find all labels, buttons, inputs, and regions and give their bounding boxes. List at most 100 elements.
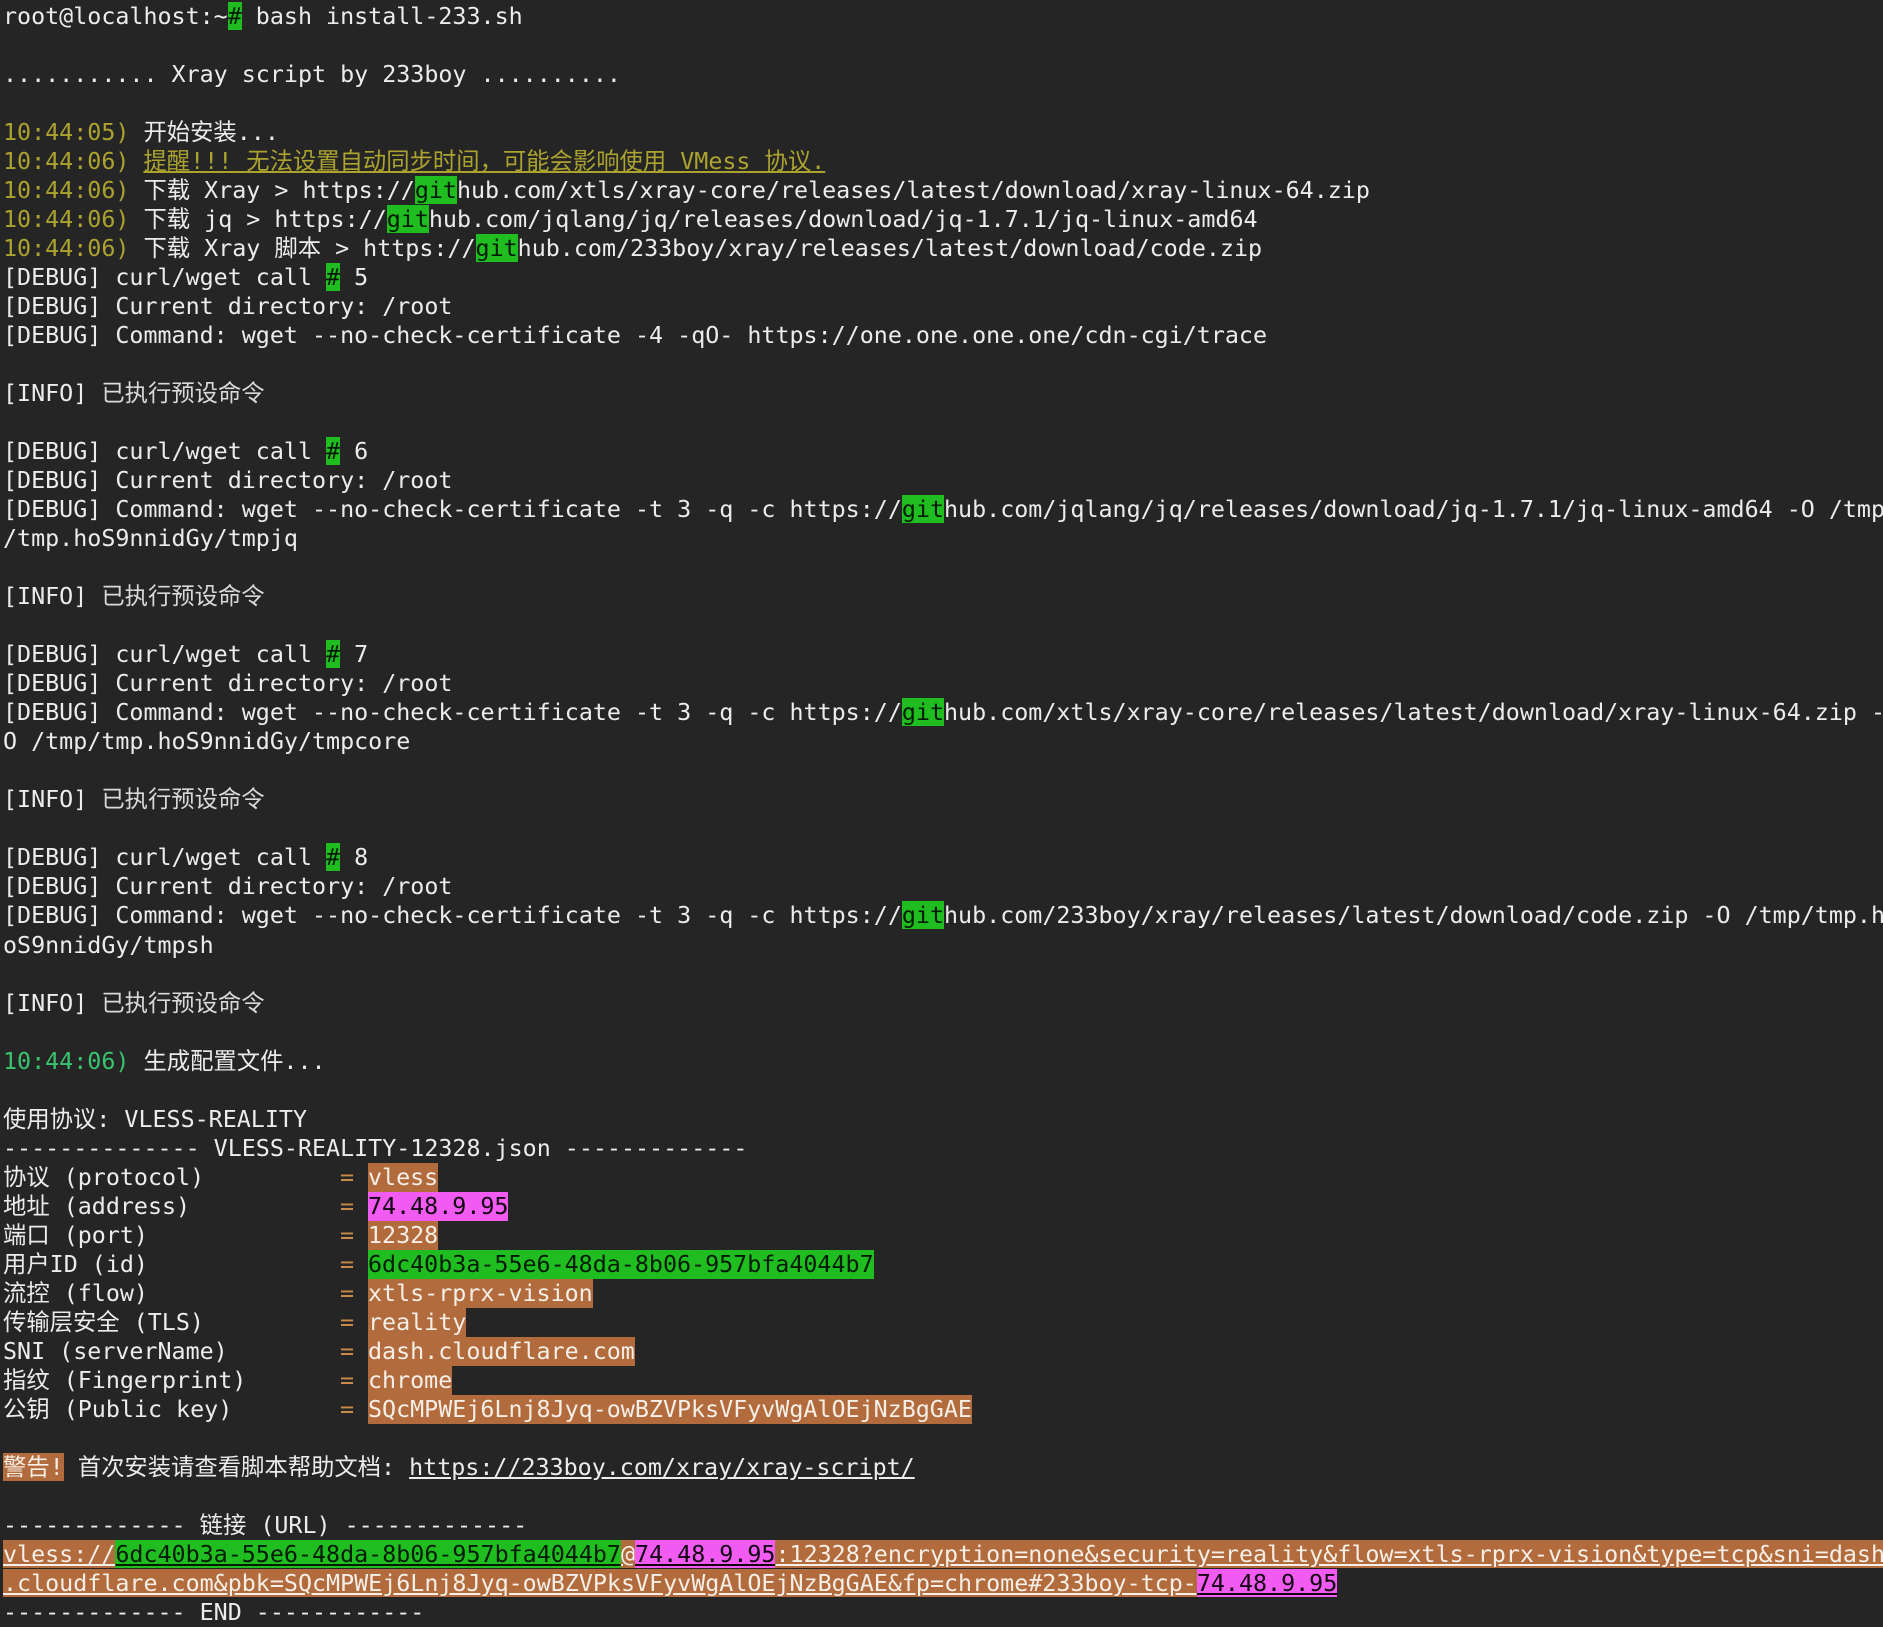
blank-line <box>3 611 1883 640</box>
blank-line <box>3 408 1883 437</box>
config-row-fingerprint: 指纹 (Fingerprint) = chrome <box>3 1366 1883 1395</box>
timestamp: 10:44:06) <box>3 147 143 175</box>
log-line-download-script: 10:44:06) 下载 Xray 脚本 > https://github.co… <box>3 234 1883 263</box>
config-equals: = <box>340 1221 354 1250</box>
log-url: hub.com/233boy/xray/releases/latest/down… <box>518 234 1262 262</box>
banner-text: ........... Xray script by 233boy ......… <box>3 60 621 88</box>
config-row-tls: 传输层安全 (TLS)=reality <box>3 1308 1883 1337</box>
url-address: 74.48.9.95 <box>635 1540 775 1568</box>
blank-line <box>3 756 1883 785</box>
debug-text: O /tmp/tmp.hoS9nnidGy/tmpcore <box>3 727 410 755</box>
config-equals: = <box>340 1279 354 1308</box>
config-label: SNI (serverName) <box>3 1337 228 1365</box>
debug-text: [DEBUG] Command: wget --no-check-certifi… <box>3 901 902 929</box>
url-params: :12328?encryption=none&security=reality&… <box>775 1540 1883 1568</box>
vless-url-line-1: vless://6dc40b3a-55e6-48da-8b06-957bfa40… <box>3 1540 1883 1569</box>
debug-text: oS9nnidGy/tmpsh <box>3 931 214 959</box>
config-value: 12328 <box>368 1221 438 1250</box>
config-equals: = <box>340 1163 354 1192</box>
debug-text: hub.com/xtls/xray-core/releases/latest/d… <box>944 698 1883 726</box>
config-row-sni: SNI (serverName)=dash.cloudflare.com <box>3 1337 1883 1366</box>
log-text: 生成配置文件... <box>143 1047 325 1075</box>
debug-line-command: [DEBUG] Command: wget --no-check-certifi… <box>3 698 1883 727</box>
config-label: 指纹 (Fingerprint) <box>3 1366 246 1394</box>
config-value: chrome <box>368 1366 452 1395</box>
github-git-highlight: git <box>476 234 518 262</box>
debug-text: [DEBUG] Current directory: /root <box>3 669 452 697</box>
config-row-flow: 流控 (flow)=xtls-rprx-vision <box>3 1279 1883 1308</box>
debug-line-command-wrap: /tmp.hoS9nnidGy/tmpjq <box>3 524 1883 553</box>
log-url: hub.com/jqlang/jq/releases/download/jq-1… <box>429 205 1258 233</box>
debug-text: /tmp.hoS9nnidGy/tmpjq <box>3 524 298 552</box>
call-number: 7 <box>340 640 368 668</box>
url-address-tag: 74.48.9.95 <box>1197 1569 1337 1597</box>
config-value: vless <box>368 1163 438 1192</box>
config-row-id: 用户ID (id)=6dc40b3a-55e6-48da-8b06-957bfa… <box>3 1250 1883 1279</box>
hash-highlight: # <box>326 263 340 291</box>
blank-line <box>3 350 1883 379</box>
vless-url-line-2: .cloudflare.com&pbk=SQcMPWEj6Lnj8Jyq-owB… <box>3 1569 1883 1598</box>
debug-line-call: [DEBUG] curl/wget call # 5 <box>3 263 1883 292</box>
config-equals: = <box>340 1192 354 1221</box>
log-line-start: 10:44:05) 开始安装... <box>3 118 1883 147</box>
timestamp: 10:44:06) <box>3 234 143 262</box>
url-params: .cloudflare.com&pbk=SQcMPWEj6Lnj8Jyq-owB… <box>3 1569 1197 1597</box>
debug-line-call: [DEBUG] curl/wget call # 6 <box>3 437 1883 466</box>
info-line: [INFO] 已执行预设命令 <box>3 989 1883 1018</box>
docs-link[interactable]: https://233boy.com/xray/xray-script/ <box>409 1453 915 1481</box>
debug-line-cwd: [DEBUG] Current directory: /root <box>3 466 1883 495</box>
debug-line-command: [DEBUG] Command: wget --no-check-certifi… <box>3 321 1883 350</box>
call-number: 8 <box>340 843 368 871</box>
timestamp: 10:44:05) <box>3 118 143 146</box>
config-value: reality <box>368 1308 466 1337</box>
warning-badge: 警告! <box>3 1453 64 1481</box>
github-git-highlight: git <box>902 901 944 929</box>
timestamp: 10:44:06) <box>3 205 143 233</box>
config-equals: = <box>340 1337 354 1366</box>
info-line: [INFO] 已执行预设命令 <box>3 379 1883 408</box>
info-text: 已执行预设命令 <box>101 785 264 813</box>
hash-highlight: # <box>326 640 340 668</box>
blank-line <box>3 1482 1883 1511</box>
log-text: 下载 Xray > https:// <box>143 176 414 204</box>
log-url: hub.com/xtls/xray-core/releases/latest/d… <box>457 176 1370 204</box>
blank-line <box>3 89 1883 118</box>
debug-text: [DEBUG] Command: wget --no-check-certifi… <box>3 698 902 726</box>
config-value: 6dc40b3a-55e6-48da-8b06-957bfa4044b7 <box>368 1250 874 1279</box>
blank-line <box>3 553 1883 582</box>
url-separator: ------------- 链接 (URL) ------------- <box>3 1511 527 1539</box>
log-line-download-xray: 10:44:06) 下载 Xray > https://github.com/x… <box>3 176 1883 205</box>
debug-text: [DEBUG] Command: wget --no-check-certifi… <box>3 495 902 523</box>
config-label: 端口 (port) <box>3 1221 148 1249</box>
log-line-notice: 10:44:06) 提醒!!! 无法设置自动同步时间，可能会影响使用 VMess… <box>3 147 1883 176</box>
debug-text: [DEBUG] Current directory: /root <box>3 466 452 494</box>
debug-text: [DEBUG] curl/wget call <box>3 263 326 291</box>
url-uuid: 6dc40b3a-55e6-48da-8b06-957bfa4044b7 <box>115 1540 621 1568</box>
json-separator: -------------- VLESS-REALITY-12328.json … <box>3 1134 747 1162</box>
debug-line-cwd: [DEBUG] Current directory: /root <box>3 872 1883 901</box>
call-number: 5 <box>340 263 368 291</box>
info-label: [INFO] <box>3 785 101 813</box>
config-equals: = <box>340 1366 354 1395</box>
blank-line <box>3 1424 1883 1453</box>
info-line: [INFO] 已执行预设命令 <box>3 785 1883 814</box>
github-git-highlight: git <box>415 176 457 204</box>
call-number: 6 <box>340 437 368 465</box>
config-row-address: 地址 (address)=74.48.9.95 <box>3 1192 1883 1221</box>
blank-line <box>3 1076 1883 1105</box>
config-label: 公钥 (Public key) <box>3 1395 232 1423</box>
debug-text: [DEBUG] Current directory: /root <box>3 872 452 900</box>
debug-text: [DEBUG] curl/wget call <box>3 640 326 668</box>
url-at: @ <box>621 1540 635 1568</box>
prompt-user-host: root@localhost:~ <box>3 2 228 30</box>
github-git-highlight: git <box>387 205 429 233</box>
github-git-highlight: git <box>902 495 944 523</box>
config-row-publickey: 公钥 (Public key)=SQcMPWEj6Lnj8Jyq-owBZVPk… <box>3 1395 1883 1424</box>
config-row-protocol: 协议 (protocol)=vless <box>3 1163 1883 1192</box>
blank-line <box>3 960 1883 989</box>
debug-line-command-wrap: oS9nnidGy/tmpsh <box>3 931 1883 960</box>
terminal-screen[interactable]: root@localhost:~# bash install-233.sh...… <box>0 0 1883 1625</box>
debug-line-call: [DEBUG] curl/wget call # 7 <box>3 640 1883 669</box>
info-text: 已执行预设命令 <box>101 989 264 1017</box>
json-separator-line: -------------- VLESS-REALITY-12328.json … <box>3 1134 1883 1163</box>
